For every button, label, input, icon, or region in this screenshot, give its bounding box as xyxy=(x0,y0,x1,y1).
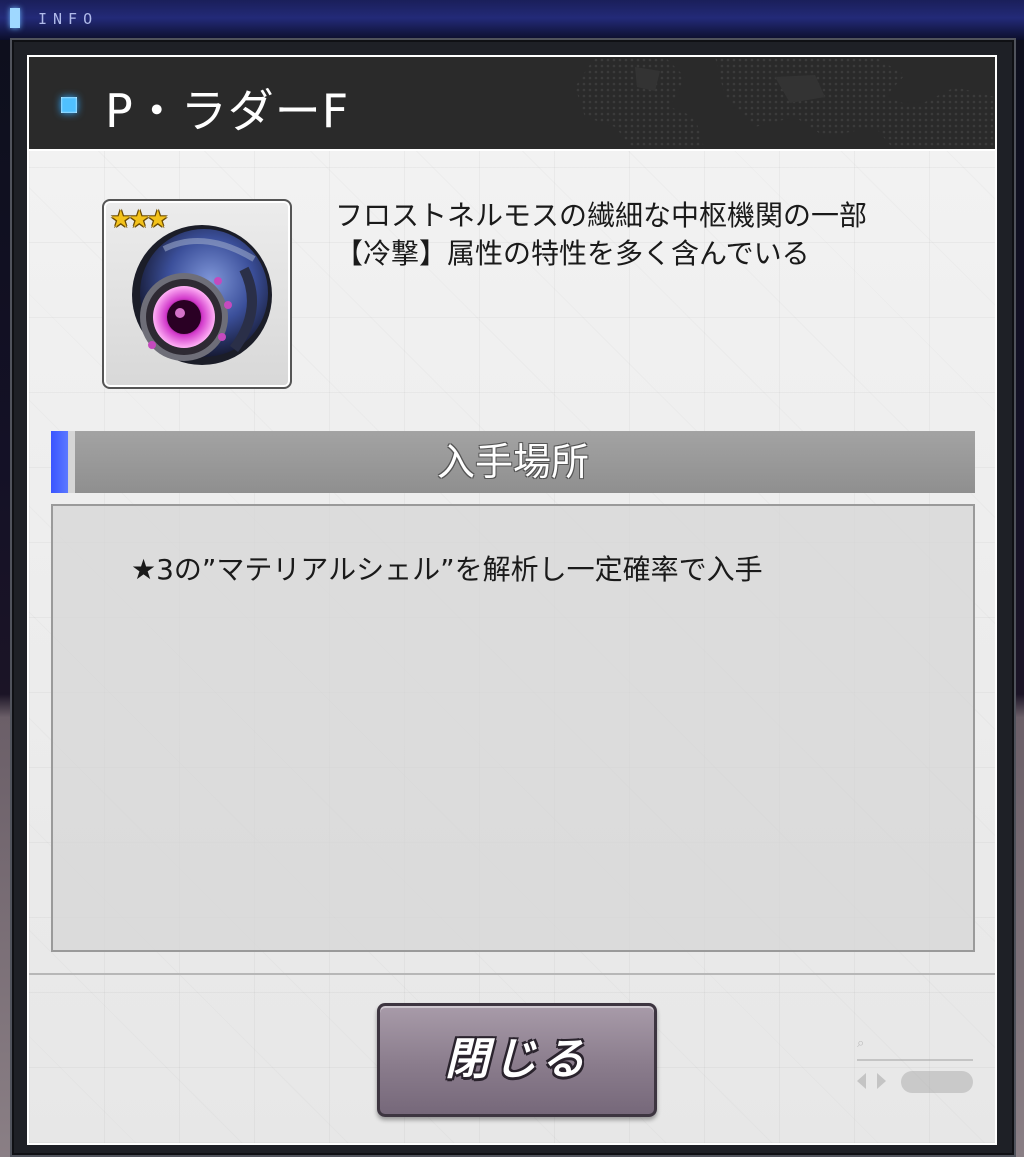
rarity-stars: ★ ★ ★ xyxy=(110,205,169,233)
mini-scroll-widget: ⌕ xyxy=(857,1037,977,1097)
acquisition-content-box: ★3の”マテリアルシェル”を解析し一定確率で入手 xyxy=(51,504,975,952)
item-info-dialog: P・ラダーF ★ ★ ★ フロストネルモスの繊細な中枢機関の一部 【冷撃】属性の… xyxy=(27,55,997,1145)
title-bullet-icon xyxy=(61,97,77,113)
arrow-right-icon xyxy=(877,1073,886,1089)
star-icon: ★ xyxy=(147,205,169,233)
mini-pill xyxy=(901,1071,973,1093)
item-description: フロストネルモスの繊細な中枢機関の一部 【冷撃】属性の特性を多く含んでいる xyxy=(335,197,975,273)
arrow-left-icon xyxy=(857,1073,866,1089)
search-icon: ⌕ xyxy=(857,1036,865,1051)
description-line-2: 【冷撃】属性の特性を多く含んでいる xyxy=(335,237,810,270)
mini-divider xyxy=(857,1059,973,1061)
description-line-1: フロストネルモスの繊細な中枢機関の一部 xyxy=(335,199,868,232)
acquisition-section-header: 入手場所 xyxy=(51,431,975,493)
close-button[interactable]: 閉じる xyxy=(377,1003,657,1117)
item-name-title: P・ラダーF xyxy=(105,84,350,138)
acquisition-text: ★3の”マテリアルシェル”を解析し一定確率で入手 xyxy=(131,553,763,586)
mechanical-orb-icon xyxy=(132,225,272,365)
top-info-bar: INFO xyxy=(0,0,1024,40)
world-map-decoration xyxy=(575,57,995,149)
footer-divider xyxy=(29,973,995,975)
info-marker-icon xyxy=(10,8,20,28)
item-thumbnail: ★ ★ ★ xyxy=(102,199,292,389)
info-label: INFO xyxy=(38,10,99,28)
title-bar: P・ラダーF xyxy=(29,57,995,151)
acquisition-header-title: 入手場所 xyxy=(436,440,589,484)
